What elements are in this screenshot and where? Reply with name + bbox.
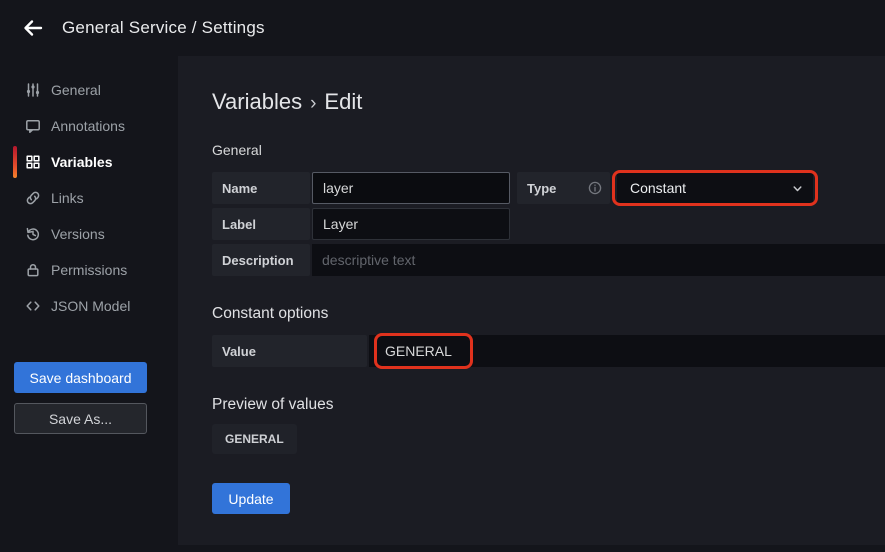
breadcrumb-separator: › xyxy=(302,93,324,114)
breadcrumb: Variables›Edit xyxy=(212,88,885,118)
sidebar-item-label: Annotations xyxy=(51,118,125,134)
description-label: Description xyxy=(212,244,310,276)
sidebar-item-label: Permissions xyxy=(51,262,127,278)
sidebar-item-label: Variables xyxy=(51,154,113,170)
sliders-icon xyxy=(25,82,41,98)
link-icon xyxy=(25,190,41,206)
constant-options-form: Value xyxy=(212,335,885,367)
general-section-heading: General xyxy=(212,142,885,158)
variables-edit-panel: Variables›Edit General Name Type Constan… xyxy=(178,56,885,545)
value-row: Value xyxy=(212,335,885,367)
lock-icon xyxy=(25,262,41,278)
sidebar-item-json-model[interactable]: JSON Model xyxy=(0,288,178,324)
description-input[interactable] xyxy=(312,244,885,276)
sidebar-item-label: General xyxy=(51,82,101,98)
grid-icon xyxy=(25,154,41,170)
value-input[interactable] xyxy=(369,335,885,367)
page-title: General Service / Settings xyxy=(62,18,265,38)
back-arrow-icon[interactable] xyxy=(16,11,50,45)
sidebar-item-label: Links xyxy=(51,190,84,206)
history-icon xyxy=(25,226,41,242)
sidebar-item-general[interactable]: General xyxy=(0,72,178,108)
name-label: Name xyxy=(212,172,310,204)
label-input[interactable] xyxy=(312,208,510,240)
info-circle-icon[interactable] xyxy=(588,181,602,195)
type-select-value: Constant xyxy=(630,180,686,196)
breadcrumb-section[interactable]: Variables xyxy=(212,89,302,114)
sidebar-item-label: Versions xyxy=(51,226,105,242)
sidebar-item-versions[interactable]: Versions xyxy=(0,216,178,252)
type-label: Type xyxy=(517,172,610,204)
breadcrumb-page: Edit xyxy=(324,89,362,114)
update-button[interactable]: Update xyxy=(212,483,290,514)
settings-nav: General Annotations Variables xyxy=(0,56,178,324)
save-as-button[interactable]: Save As... xyxy=(14,403,147,434)
type-select[interactable]: Constant xyxy=(617,172,813,204)
preview-heading: Preview of values xyxy=(212,396,885,414)
constant-options-heading: Constant options xyxy=(212,305,885,323)
general-form: Name Type Constant xyxy=(212,172,885,276)
settings-sidebar: General Annotations Variables xyxy=(0,56,178,552)
description-row: Description xyxy=(212,244,885,276)
chevron-down-icon xyxy=(791,182,804,195)
top-header: General Service / Settings xyxy=(0,0,885,56)
label-row: Label xyxy=(212,208,885,240)
name-input[interactable] xyxy=(312,172,510,204)
sidebar-actions: Save dashboard Save As... xyxy=(14,362,147,434)
value-label: Value xyxy=(212,335,367,367)
sidebar-item-label: JSON Model xyxy=(51,298,130,314)
sidebar-item-links[interactable]: Links xyxy=(0,180,178,216)
save-dashboard-button[interactable]: Save dashboard xyxy=(14,362,147,393)
type-label-text: Type xyxy=(527,181,556,196)
comment-icon xyxy=(25,118,41,134)
label-label: Label xyxy=(212,208,310,240)
sidebar-item-annotations[interactable]: Annotations xyxy=(0,108,178,144)
sidebar-item-permissions[interactable]: Permissions xyxy=(0,252,178,288)
name-type-row: Name Type Constant xyxy=(212,172,885,204)
sidebar-item-variables[interactable]: Variables xyxy=(0,144,178,180)
code-icon xyxy=(25,298,41,314)
preview-value-chip: GENERAL xyxy=(212,424,297,454)
